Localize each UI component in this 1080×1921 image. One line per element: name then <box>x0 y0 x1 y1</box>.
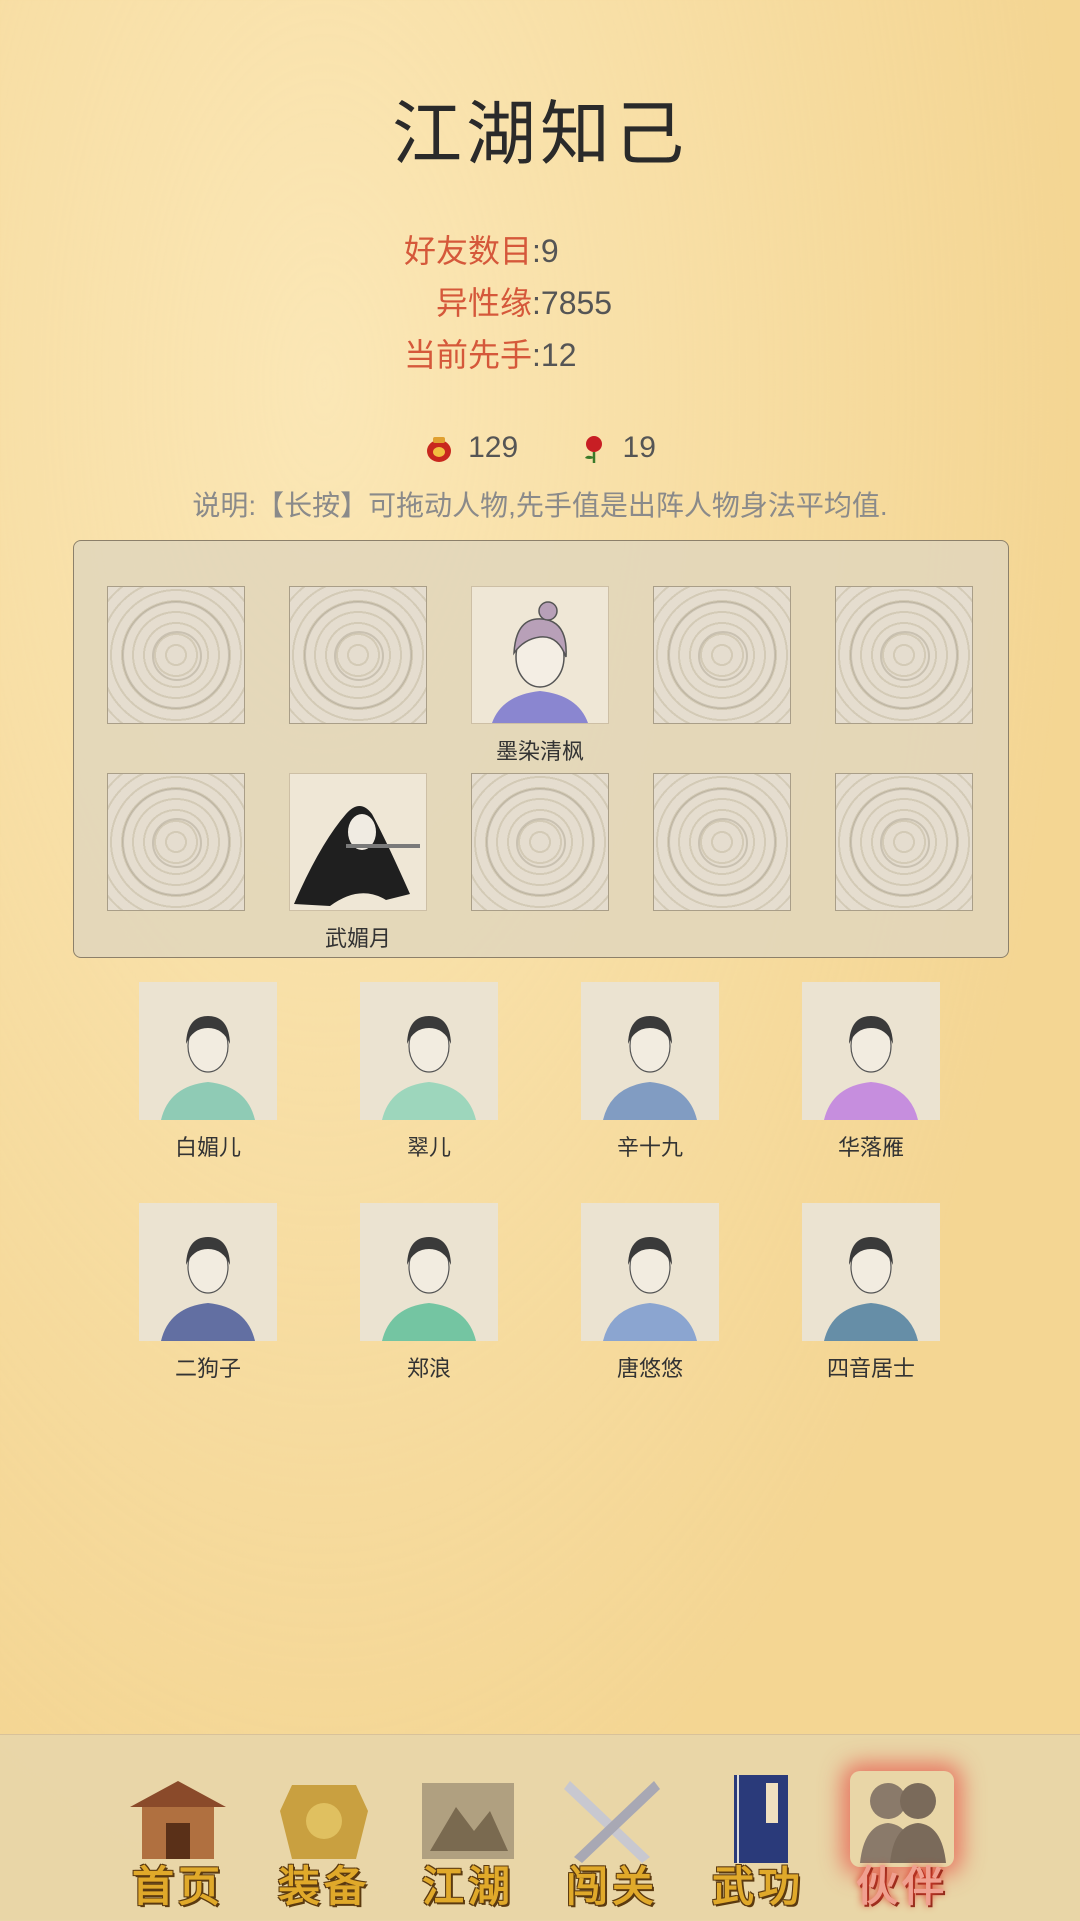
companion-card[interactable] <box>139 982 277 1120</box>
character-portrait <box>492 601 588 723</box>
instruction-note: 说明:【长按】可拖动人物,先手值是出阵人物身法平均值. <box>192 490 888 521</box>
companion-name: 唐悠悠 <box>616 1356 683 1381</box>
companion-name: 四音居士 <box>826 1356 915 1381</box>
stat-value: 9 <box>540 233 559 269</box>
wine-jar-icon <box>427 437 452 463</box>
character-portrait <box>382 1016 476 1120</box>
companion-card[interactable] <box>802 982 940 1120</box>
character-portrait <box>824 1237 918 1341</box>
nav-label: 江湖 <box>421 1862 514 1911</box>
formation-slot[interactable] <box>835 586 973 724</box>
formation-slot[interactable] <box>653 586 791 724</box>
page-title: 江湖知己 <box>392 93 688 175</box>
nav-home[interactable]: 首页 <box>116 1765 240 1911</box>
stat-label: 当前先手 <box>403 337 532 373</box>
formation-board: 墨染清枫 武媚月 <box>73 540 1009 958</box>
nav-companions[interactable]: 伙伴 <box>840 1765 964 1911</box>
nav-label: 伙伴 <box>855 1862 948 1911</box>
companion-name: 郑浪 <box>406 1356 451 1381</box>
stat-friends: 好友数目:9 <box>396 226 559 276</box>
stat-value: 7855 <box>540 285 613 321</box>
formation-slot[interactable] <box>471 773 609 911</box>
formation-slot[interactable] <box>107 773 245 911</box>
character-portrait <box>294 806 420 906</box>
rose-icon <box>584 436 602 464</box>
nav-jianghu[interactable]: 江湖 <box>406 1765 530 1911</box>
resource-bar: 129 19 <box>0 430 1080 465</box>
nav-label: 武功 <box>711 1862 804 1911</box>
nav-challenge[interactable]: 闯关 <box>550 1765 674 1911</box>
stat-initiative: 当前先手:12 <box>396 330 577 380</box>
character-portrait <box>161 1016 255 1120</box>
companion-card[interactable] <box>360 1203 498 1341</box>
stat-label: 好友数目 <box>403 233 532 269</box>
formation-slot-occupied[interactable] <box>289 773 427 911</box>
nav-equipment[interactable]: 装备 <box>262 1765 386 1911</box>
nav-martial-arts[interactable]: 武功 <box>696 1765 820 1911</box>
resource-value: 19 <box>622 431 656 465</box>
nav-label: 首页 <box>131 1862 224 1911</box>
resource-value: 129 <box>468 431 519 465</box>
formation-slot[interactable] <box>835 773 973 911</box>
formation-slot[interactable] <box>653 773 791 911</box>
character-portrait <box>824 1016 918 1120</box>
companion-card[interactable] <box>581 982 719 1120</box>
companion-name: 华落雁 <box>837 1135 904 1160</box>
stat-value: 12 <box>540 337 577 373</box>
companion-card[interactable] <box>581 1203 719 1341</box>
stat-charm: 异性缘:7855 <box>396 278 612 328</box>
companion-name: 白媚儿 <box>174 1135 241 1160</box>
character-portrait <box>382 1237 476 1341</box>
formation-slot[interactable] <box>289 586 427 724</box>
character-portrait <box>603 1016 697 1120</box>
companion-name: 辛十九 <box>616 1135 683 1160</box>
resource-wine: 129 <box>424 431 518 465</box>
bottom-nav: 首页 装备 江湖 闯关 武功 伙伴 <box>0 1734 1080 1921</box>
character-portrait <box>161 1237 255 1341</box>
stat-label: 异性缘 <box>435 285 532 321</box>
nav-label: 闯关 <box>565 1862 658 1911</box>
nav-label: 装备 <box>277 1862 370 1911</box>
formation-slot-occupied[interactable] <box>471 586 609 724</box>
formation-slot[interactable] <box>107 586 245 724</box>
resource-rose: 19 <box>579 431 656 465</box>
character-portrait <box>603 1237 697 1341</box>
companion-card[interactable] <box>802 1203 940 1341</box>
companion-card[interactable] <box>360 982 498 1120</box>
companion-card[interactable] <box>139 1203 277 1341</box>
companion-name: 二狗子 <box>174 1356 241 1381</box>
slot-character-name: 墨染清枫 <box>495 739 584 764</box>
companion-name: 翠儿 <box>406 1135 451 1160</box>
slot-character-name: 武媚月 <box>324 926 391 951</box>
